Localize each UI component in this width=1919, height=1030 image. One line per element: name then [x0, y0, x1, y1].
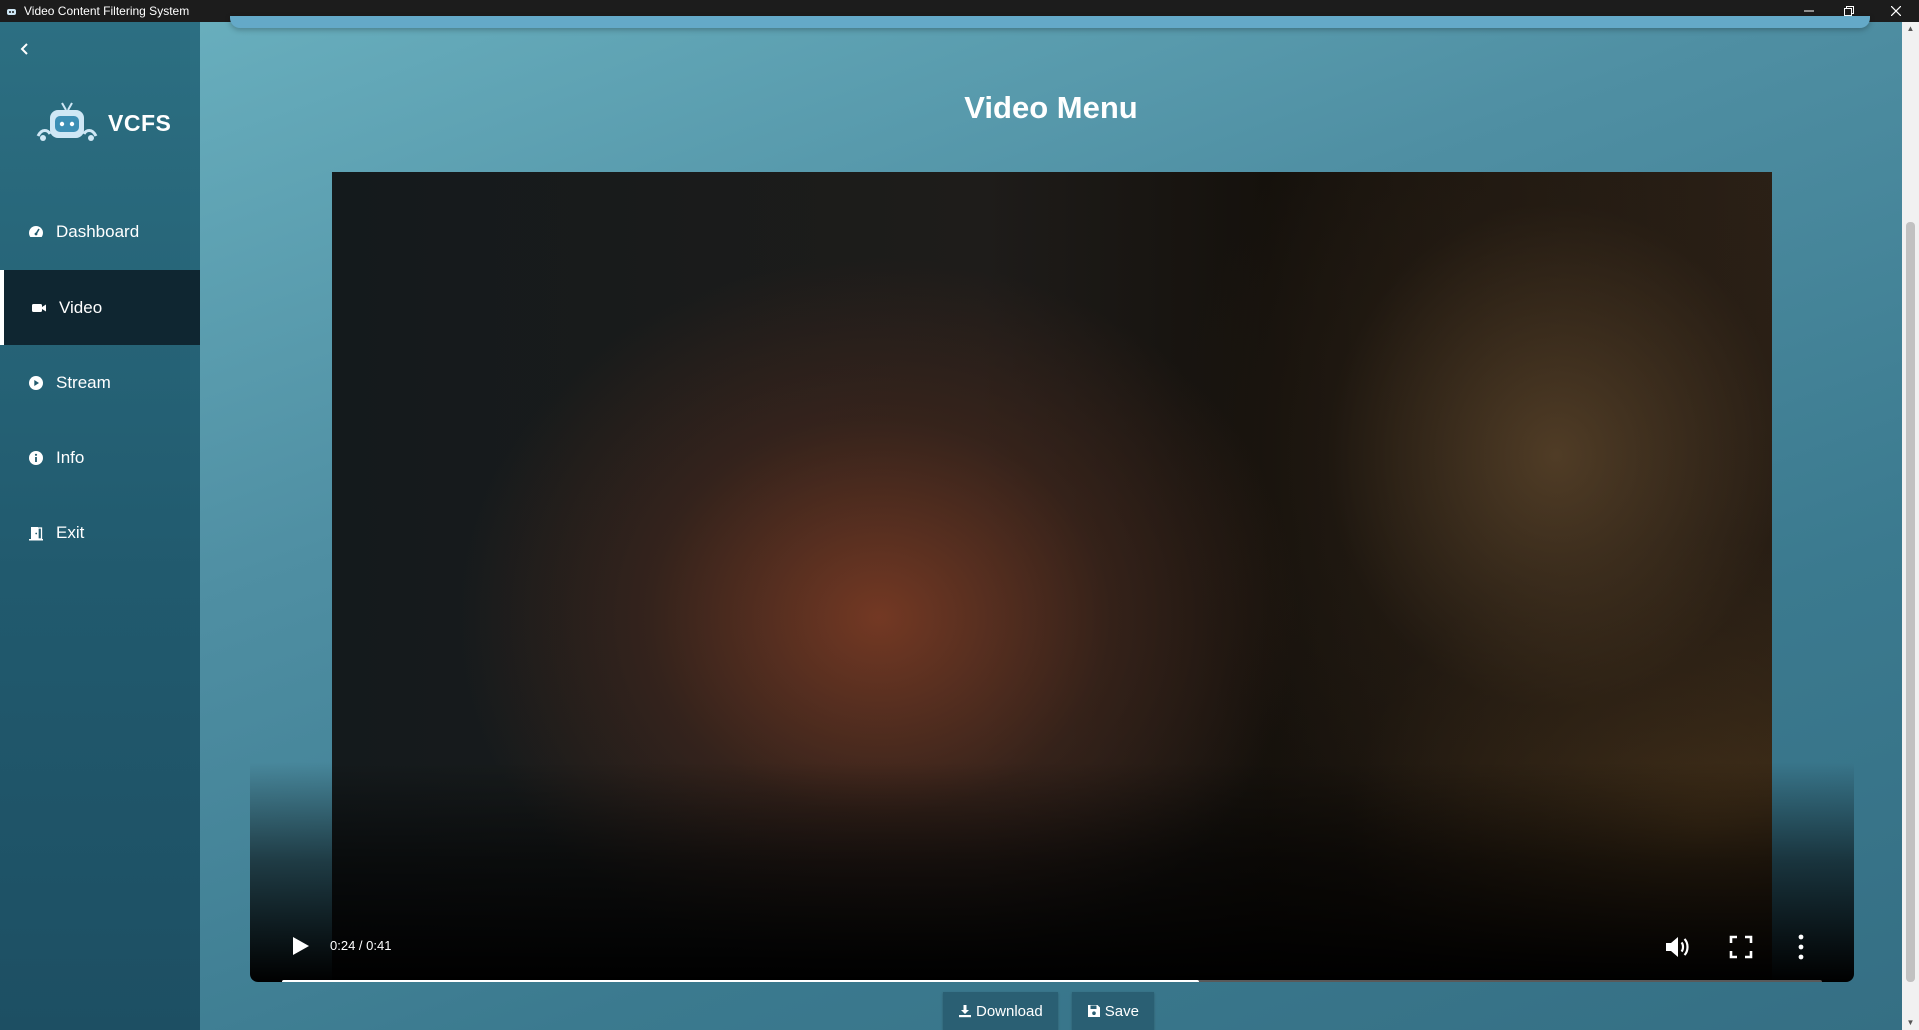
sidebar-item-video[interactable]: Video	[0, 270, 200, 345]
minimize-icon	[1804, 10, 1814, 12]
seek-bar[interactable]	[282, 980, 1822, 982]
video-camera-icon	[32, 303, 46, 312]
window-title: Video Content Filtering System	[24, 4, 190, 18]
time-display: 0:24 / 0:41	[330, 938, 392, 953]
download-label: Download	[976, 1002, 1043, 1020]
download-icon	[959, 1005, 971, 1018]
action-buttons: Download Save	[943, 992, 1154, 1030]
sidebar-item-info[interactable]: Info	[0, 420, 200, 495]
page-scrollbar[interactable]: ▲ ▼	[1902, 22, 1919, 1030]
sidebar-item-label: Dashboard	[56, 221, 140, 241]
sidebar-item-label: Exit	[56, 522, 85, 542]
brand-name: VCFS	[108, 109, 172, 136]
video-player[interactable]: 0:24 / 0:41	[250, 172, 1854, 982]
app-icon	[7, 9, 16, 15]
floppy-disk-icon	[1087, 1005, 1100, 1017]
restore-icon	[1844, 6, 1854, 16]
chevron-left-icon	[20, 43, 28, 55]
page-title: Video Menu	[964, 90, 1138, 125]
more-options-icon[interactable]	[1796, 932, 1806, 962]
info-icon	[29, 450, 43, 465]
close-icon	[1891, 6, 1901, 16]
sidebar-item-label: Info	[56, 447, 85, 467]
player-controls	[250, 762, 1854, 982]
save-button[interactable]: Save	[1071, 992, 1154, 1030]
brand: VCFS	[36, 100, 171, 146]
sidebar-item-label: Stream	[56, 372, 111, 392]
play-icon[interactable]	[288, 934, 312, 958]
download-button[interactable]: Download	[943, 992, 1058, 1030]
fullscreen-icon[interactable]	[1728, 934, 1754, 960]
main-content: Video Menu 0:24 / 0:41 Download Save	[200, 16, 1902, 1030]
sidebar-item-exit[interactable]: Exit	[0, 495, 200, 570]
sidebar-item-label: Video	[59, 297, 103, 317]
door-exit-icon	[29, 526, 43, 540]
scroll-down-arrow-icon[interactable]: ▼	[1906, 1018, 1915, 1028]
sidebar-item-dashboard[interactable]: Dashboard	[0, 194, 200, 269]
close-button[interactable]	[1873, 0, 1919, 22]
scroll-up-arrow-icon[interactable]: ▲	[1906, 24, 1915, 34]
save-label: Save	[1104, 1002, 1139, 1020]
volume-icon[interactable]	[1662, 932, 1692, 962]
seek-bar-progress	[282, 980, 1199, 982]
collapse-sidebar-button[interactable]	[14, 38, 36, 60]
scroll-thumb[interactable]	[1906, 222, 1915, 982]
sidebar-item-stream[interactable]: Stream	[0, 345, 200, 420]
dashboard-icon	[29, 225, 43, 237]
sidebar: VCFS Dashboard Video Stream Info Exit	[0, 22, 200, 1030]
top-panel-edge	[230, 16, 1870, 28]
robot-logo-icon	[36, 102, 98, 141]
play-circle-icon	[29, 375, 43, 390]
